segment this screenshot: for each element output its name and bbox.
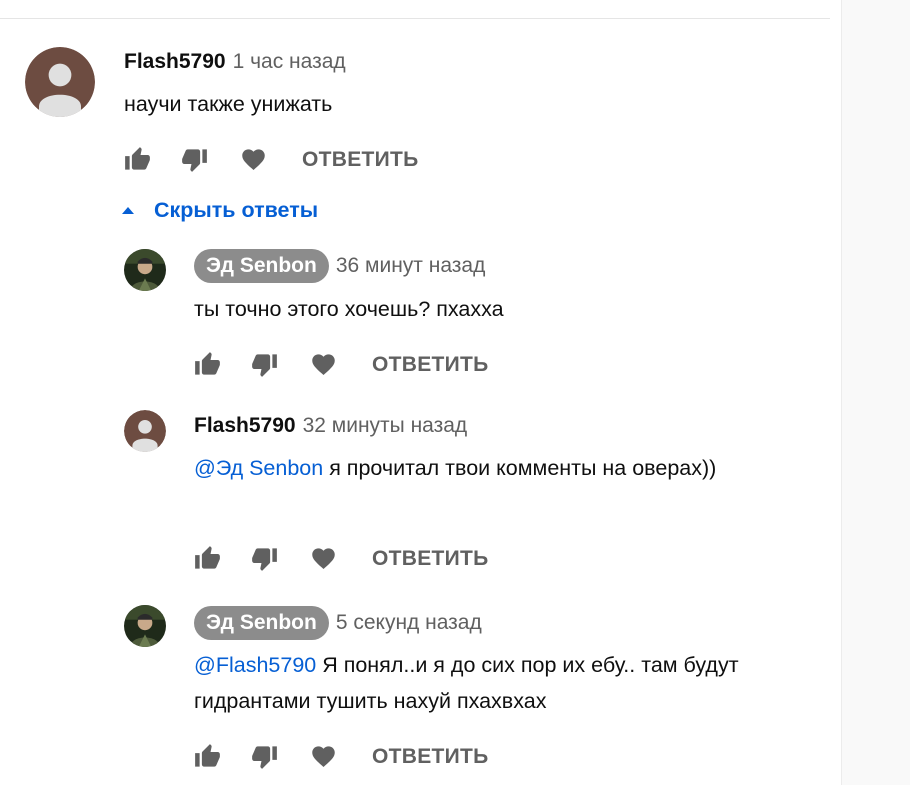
comment-header: Flash5790 1 час назад: [124, 50, 346, 74]
reply-header: Эд Senbon 36 минут назад: [194, 249, 485, 283]
heart-icon[interactable]: [240, 146, 267, 173]
reply-text: @Flash5790 Я понял..и я до сих пор их еб…: [194, 647, 754, 719]
reply-actions: ОТВЕТИТЬ: [194, 351, 489, 378]
dislike-icon[interactable]: [251, 351, 278, 378]
default-avatar-icon[interactable]: [124, 410, 166, 452]
author-chip[interactable]: Эд Senbon: [194, 249, 329, 283]
comment-time[interactable]: 5 секунд назад: [336, 611, 482, 635]
caret-up-icon: [122, 207, 134, 214]
reply-actions: ОТВЕТИТЬ: [194, 545, 489, 572]
heart-icon[interactable]: [310, 545, 337, 572]
hide-replies-label: Скрыть ответы: [154, 198, 319, 222]
comment-time[interactable]: 32 минуты назад: [303, 414, 468, 438]
reply-actions: ОТВЕТИТЬ: [194, 743, 489, 770]
hide-replies-toggle[interactable]: Скрыть ответы: [122, 198, 318, 223]
reply-text: ты точно этого хочешь? пхахха: [194, 291, 774, 327]
top-divider: [0, 18, 830, 19]
dislike-icon[interactable]: [251, 545, 278, 572]
comment-actions: ОТВЕТИТЬ: [124, 146, 419, 173]
like-icon[interactable]: [194, 545, 221, 572]
default-avatar-icon[interactable]: [25, 47, 95, 117]
reply-button[interactable]: ОТВЕТИТЬ: [372, 745, 489, 769]
author-name[interactable]: Flash5790: [194, 414, 296, 438]
reply-button[interactable]: ОТВЕТИТЬ: [372, 547, 489, 571]
user-photo-avatar[interactable]: [124, 249, 166, 291]
reply-header: Эд Senbon 5 секунд назад: [194, 606, 482, 640]
reply-header: Flash5790 32 минуты назад: [194, 414, 467, 438]
like-icon[interactable]: [124, 146, 151, 173]
dislike-icon[interactable]: [251, 743, 278, 770]
comment-time[interactable]: 36 минут назад: [336, 254, 486, 278]
user-photo-avatar[interactable]: [124, 605, 166, 647]
reply-text: @Эд Senbon я прочитал твои комменты на о…: [194, 450, 754, 486]
comment-text: научи также унижать: [124, 86, 804, 122]
reply-body: ты точно этого хочешь? пхахха: [194, 297, 504, 321]
author-name[interactable]: Flash5790: [124, 50, 226, 74]
reply-button[interactable]: ОТВЕТИТЬ: [302, 148, 419, 172]
heart-icon[interactable]: [310, 351, 337, 378]
like-icon[interactable]: [194, 743, 221, 770]
reply-body: я прочитал твои комменты на оверах)): [323, 456, 717, 480]
author-chip[interactable]: Эд Senbon: [194, 606, 329, 640]
like-icon[interactable]: [194, 351, 221, 378]
comment-time[interactable]: 1 час назад: [233, 50, 346, 74]
right-panel: [841, 0, 910, 785]
dislike-icon[interactable]: [181, 146, 208, 173]
comment-body: научи также унижать: [124, 92, 333, 116]
mention-link[interactable]: @Flash5790: [194, 653, 316, 677]
heart-icon[interactable]: [310, 743, 337, 770]
reply-button[interactable]: ОТВЕТИТЬ: [372, 353, 489, 377]
mention-link[interactable]: @Эд Senbon: [194, 456, 323, 480]
